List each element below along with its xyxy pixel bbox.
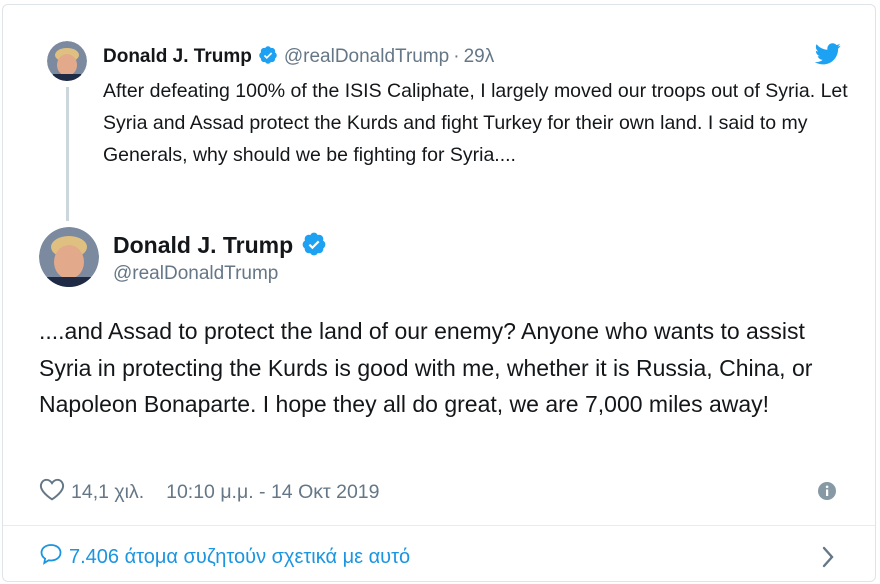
heart-icon[interactable] bbox=[39, 477, 65, 507]
author-handle[interactable]: @realDonaldTrump bbox=[284, 46, 449, 67]
like-count[interactable]: 14,1 χιλ. bbox=[71, 481, 144, 504]
main-tweet-text: ....and Assad to protect the land of our… bbox=[39, 318, 813, 417]
author-name[interactable]: Donald J. Trump bbox=[103, 46, 252, 67]
comment-bubble-icon bbox=[39, 543, 63, 571]
tweet-timestamp[interactable]: 10:10 μ.μ. - 14 Οκτ 2019 bbox=[166, 481, 379, 504]
twitter-bird-icon[interactable] bbox=[814, 43, 841, 70]
verified-badge-icon bbox=[301, 231, 327, 263]
main-tweet-author: Donald J. Trump bbox=[113, 231, 327, 263]
divider bbox=[3, 525, 875, 526]
time-separator: · bbox=[453, 46, 460, 67]
author-name[interactable]: Donald J. Trump bbox=[113, 232, 293, 258]
parent-tweet[interactable]: Donald J. Trump @realDonaldTrump · 29λ Afte… bbox=[3, 5, 875, 221]
author-handle[interactable]: @realDonaldTrump bbox=[113, 263, 278, 285]
chevron-right-icon[interactable] bbox=[821, 545, 835, 574]
avatar[interactable] bbox=[47, 41, 87, 81]
tweet-meta: 14,1 χιλ. 10:10 μ.μ. - 14 Οκτ 2019 bbox=[39, 477, 380, 507]
conversation-link[interactable]: 7.406 άτομα συζητούν σχετικά με αυτό bbox=[39, 543, 410, 571]
verified-badge-icon bbox=[258, 45, 278, 71]
embedded-tweet-card: Donald J. Trump @realDonaldTrump · 29λ Afte… bbox=[2, 4, 876, 582]
conversation-label: 7.406 άτομα συζητούν σχετικά με αυτό bbox=[69, 545, 411, 568]
thread-connector-line bbox=[66, 87, 69, 221]
parent-tweet-text: After defeating 100% of the ISIS Calipha… bbox=[103, 80, 848, 166]
tweet-time[interactable]: 29λ bbox=[464, 46, 495, 67]
info-icon[interactable] bbox=[817, 481, 837, 506]
parent-tweet-header: Donald J. Trump @realDonaldTrump · 29λ bbox=[103, 45, 494, 71]
avatar[interactable] bbox=[39, 227, 99, 287]
